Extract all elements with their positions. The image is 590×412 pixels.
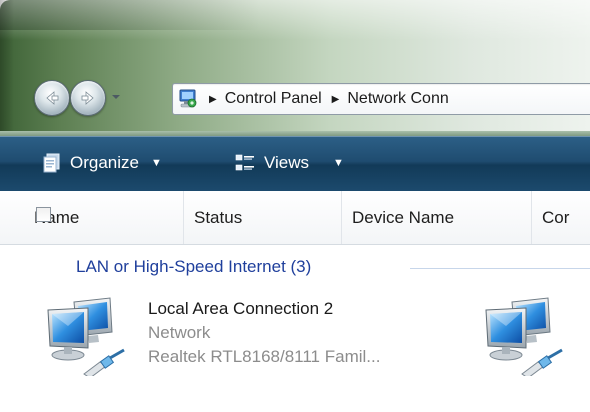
recent-pages-dropdown[interactable] [108, 86, 124, 108]
views-label: Views [264, 153, 310, 172]
group-divider [410, 268, 590, 269]
back-button[interactable] [34, 80, 70, 116]
explorer-window: ▶ Control Panel ▶ Network Conn Organize … [0, 0, 590, 412]
breadcrumb-separator-icon[interactable]: ▶ [332, 94, 340, 105]
group-header[interactable]: LAN or High-Speed Internet (3) [76, 252, 311, 282]
command-toolbar: Organize ▼ Views ▼ [0, 136, 590, 192]
chevron-down-icon[interactable]: ▼ [333, 157, 344, 169]
organize-icon [43, 153, 60, 173]
chevron-down-icon: ▼ [150, 157, 162, 169]
group-label: LAN or High-Speed Internet (3) [76, 257, 312, 276]
organize-button[interactable]: Organize ▼ [40, 137, 162, 189]
views-icon [235, 154, 254, 171]
control-panel-icon [179, 89, 197, 108]
column-header-device-name[interactable]: Device Name [342, 191, 532, 244]
network-connection-icon[interactable] [44, 296, 126, 376]
column-header-connectivity[interactable]: Cor [532, 191, 590, 244]
column-header-row: Name Status Device Name Cor [0, 191, 590, 245]
forward-arrow-icon [81, 91, 94, 105]
connection-status: Network [148, 323, 211, 342]
organize-label: Organize [70, 153, 139, 172]
breadcrumb-control-panel[interactable]: Control Panel [225, 90, 322, 108]
list-item[interactable]: Local Area Connection 2 Network Realtek … [148, 297, 380, 369]
back-arrow-icon [46, 91, 59, 105]
address-bar[interactable]: ▶ Control Panel ▶ Network Conn [172, 83, 590, 115]
views-button[interactable]: Views ▼ [234, 137, 344, 189]
breadcrumb-network-connections[interactable]: Network Conn [347, 90, 448, 108]
connection-device: Realtek RTL8168/8111 Famil... [148, 347, 381, 366]
column-header-name[interactable]: Name [0, 191, 184, 244]
forward-button[interactable] [70, 80, 106, 116]
connection-name: Local Area Connection 2 [148, 299, 334, 318]
select-all-checkbox[interactable] [36, 207, 51, 222]
network-connection-icon[interactable] [482, 296, 564, 376]
breadcrumb-separator-icon[interactable]: ▶ [209, 94, 217, 105]
column-header-status[interactable]: Status [184, 191, 342, 244]
chevron-down-icon [112, 95, 120, 99]
